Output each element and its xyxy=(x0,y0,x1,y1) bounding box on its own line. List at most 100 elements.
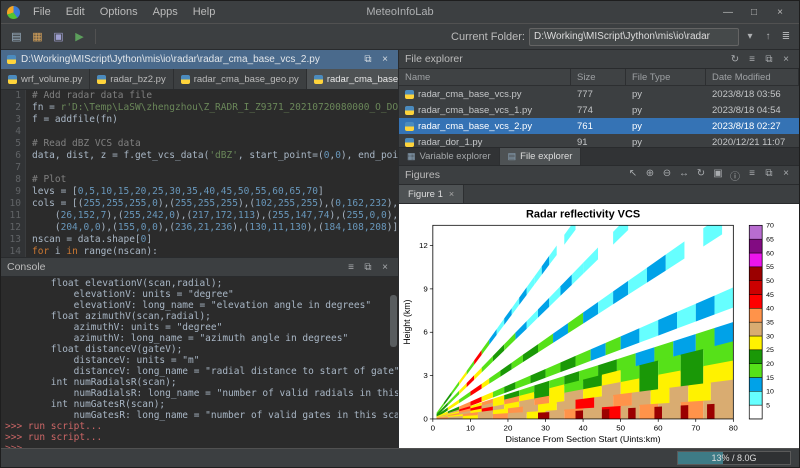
editor-tab[interactable]: radar_bz2.py xyxy=(90,69,173,89)
file-size: 777 xyxy=(571,89,626,100)
float-icon[interactable]: ⧉ xyxy=(762,54,776,65)
code-line: 9levs = [0,5,10,15,20,25,30,35,40,45,50,… xyxy=(1,186,398,198)
scrollbar-thumb[interactable] xyxy=(390,295,397,347)
close-icon[interactable]: × xyxy=(779,54,793,65)
svg-text:40: 40 xyxy=(579,424,588,433)
settings-icon[interactable]: ≡ xyxy=(745,168,759,183)
open-folder-icon[interactable]: ▦ xyxy=(28,28,47,45)
menu-apps[interactable]: Apps xyxy=(146,5,185,19)
console-line: distanceV: units = "m" xyxy=(5,355,394,366)
close-icon[interactable]: × xyxy=(449,189,454,199)
code-text: # Plot xyxy=(26,174,66,186)
column-date-modified[interactable]: Date Modified xyxy=(706,69,799,85)
code-editor[interactable]: 1# Add radar data file2fn = r'D:\Temp\La… xyxy=(1,90,398,257)
menu-file[interactable]: File xyxy=(26,5,58,19)
svg-text:0: 0 xyxy=(423,414,428,423)
settings-icon[interactable]: ≡ xyxy=(344,262,358,273)
code-text: levs = [0,5,10,15,20,25,30,35,40,45,50,5… xyxy=(26,186,324,198)
memory-text: 13% / 8.0G xyxy=(678,452,790,464)
editor-tab[interactable]: radar_cma_base_vcs_2.py xyxy=(307,69,398,89)
code-text: # Add radar data file xyxy=(26,90,152,102)
console-line: numGatesR: long_name = "number of valid … xyxy=(5,410,394,421)
editor-tab[interactable]: wrf_volume.py xyxy=(1,69,90,89)
console-header-icons: ≡⧉× xyxy=(344,262,392,273)
svg-text:3: 3 xyxy=(423,371,428,380)
up-folder-icon[interactable]: ↑ xyxy=(761,31,775,42)
svg-text:10: 10 xyxy=(466,424,475,433)
editor-panel: D:\Working\MIScript\Jython\mis\io\radar\… xyxy=(1,50,398,258)
float-icon[interactable]: ⧉ xyxy=(762,168,776,183)
line-number: 6 xyxy=(1,150,26,162)
line-number: 5 xyxy=(1,138,26,150)
column-name[interactable]: Name xyxy=(399,69,571,85)
chevron-down-icon[interactable]: ▾ xyxy=(743,31,757,42)
line-number: 3 xyxy=(1,114,26,126)
menu-options[interactable]: Options xyxy=(93,5,145,19)
file-size: 761 xyxy=(571,121,626,132)
svg-text:45: 45 xyxy=(766,292,774,299)
figure-canvas[interactable]: 01020304050607080036912Radar reflectivit… xyxy=(399,204,799,448)
code-line: 7 xyxy=(1,162,398,174)
close-icon[interactable]: × xyxy=(767,7,793,18)
svg-text:12: 12 xyxy=(419,241,428,250)
zoom-out-icon[interactable]: ⊖ xyxy=(660,168,674,183)
svg-text:35: 35 xyxy=(766,320,774,327)
svg-text:Distance From Section Start (U: Distance From Section Start (Uints:km) xyxy=(506,434,661,444)
file-row[interactable]: radar_dor_1.py91py2020/12/21 11:07 xyxy=(399,134,799,147)
svg-text:25: 25 xyxy=(766,347,774,354)
new-file-icon[interactable]: ▤ xyxy=(7,28,26,45)
editor-tab-label: radar_bz2.py xyxy=(110,74,165,85)
code-line: 6data, dist, z = f.get_vcs_data('dBZ', s… xyxy=(1,150,398,162)
left-column: D:\Working\MIScript\Jython\mis\io\radar\… xyxy=(1,50,399,448)
svg-text:60: 60 xyxy=(766,250,774,257)
console-output[interactable]: float elevationV(scan,radial); elevation… xyxy=(1,277,398,448)
float-icon[interactable]: ⧉ xyxy=(361,54,375,65)
code-text: for i in range(nscan): xyxy=(26,246,158,257)
select-tool-icon[interactable]: ↖ xyxy=(626,168,640,183)
column-file-type[interactable]: File Type xyxy=(626,69,706,85)
tab-file-explorer[interactable]: ▤File explorer xyxy=(500,148,582,165)
info-icon[interactable]: ⓘ xyxy=(728,168,742,183)
menu-edit[interactable]: Edit xyxy=(59,5,92,19)
code-line: 3f = addfile(fn) xyxy=(1,114,398,126)
console-panel: Console ≡⧉× float elevationV(scan,radial… xyxy=(1,258,398,448)
file-row[interactable]: radar_cma_base_vcs_1.py774py2023/8/18 04… xyxy=(399,102,799,118)
window-controls: — □ × xyxy=(715,7,793,18)
save-icon[interactable]: ▣ xyxy=(49,28,68,45)
pan-icon[interactable]: ↔ xyxy=(677,168,691,183)
console-line: elevationV: units = "degree" xyxy=(5,289,394,300)
file-type: py xyxy=(626,89,706,100)
layers-icon[interactable]: ≣ xyxy=(779,31,793,42)
menu-help[interactable]: Help xyxy=(186,5,223,19)
zoom-in-icon[interactable]: ⊕ xyxy=(643,168,657,183)
editor-tab-label: radar_cma_base_geo.py xyxy=(194,74,299,85)
line-number: 8 xyxy=(1,174,26,186)
figure-tab[interactable]: Figure 1 × xyxy=(399,185,464,203)
current-folder-input[interactable] xyxy=(529,28,739,46)
console-scrollbar[interactable] xyxy=(390,279,397,446)
close-icon[interactable]: × xyxy=(378,262,392,273)
editor-tab[interactable]: radar_cma_base_geo.py xyxy=(174,69,307,89)
column-size[interactable]: Size xyxy=(571,69,626,85)
tab-variable-explorer[interactable]: ▦Variable explorer xyxy=(399,148,500,165)
float-icon[interactable]: ⧉ xyxy=(361,262,375,273)
close-icon[interactable]: × xyxy=(779,168,793,183)
code-text: cols = [(255,255,255,0),(255,255,255),(1… xyxy=(26,198,398,210)
refresh-icon[interactable]: ↻ xyxy=(728,54,742,65)
minimize-icon[interactable]: — xyxy=(715,7,741,18)
line-number: 14 xyxy=(1,246,26,257)
file-row[interactable]: radar_cma_base_vcs_2.py761py2023/8/18 02… xyxy=(399,118,799,134)
settings-icon[interactable]: ≡ xyxy=(745,54,759,65)
save-figure-icon[interactable]: ▣ xyxy=(711,168,725,183)
file-row[interactable]: radar_cma_base_vcs.py777py2023/8/18 03:5… xyxy=(399,86,799,102)
run-script-icon[interactable]: ▶ xyxy=(70,28,89,45)
close-icon[interactable]: × xyxy=(378,54,392,65)
svg-text:10: 10 xyxy=(766,389,774,396)
maximize-icon[interactable]: □ xyxy=(741,7,767,18)
file-size: 91 xyxy=(571,137,626,148)
rotate-icon[interactable]: ↻ xyxy=(694,168,708,183)
svg-text:Radar reflectivity VCS: Radar reflectivity VCS xyxy=(526,209,640,221)
code-line: 10cols = [(255,255,255,0),(255,255,255),… xyxy=(1,198,398,210)
svg-text:50: 50 xyxy=(616,424,625,433)
svg-text:70: 70 xyxy=(766,223,774,230)
